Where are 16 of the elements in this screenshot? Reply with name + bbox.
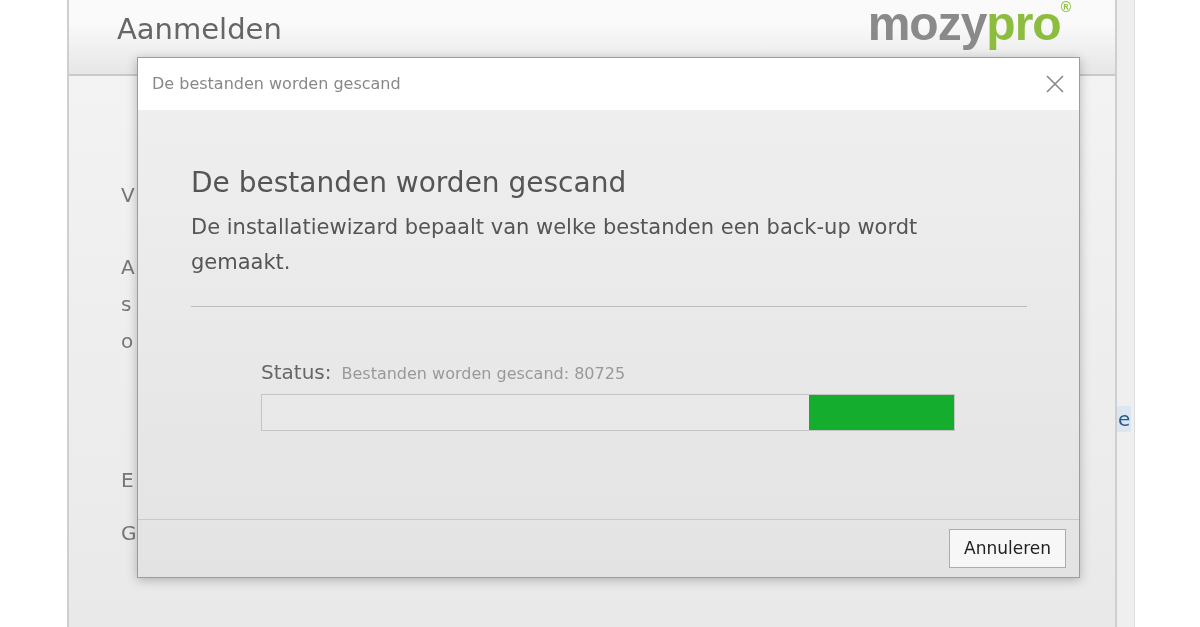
description-text: De installatiewizard bepaalt van welke bestanden een back-up wordt gemaakt. — [191, 213, 919, 276]
text-fragment: A — [121, 255, 135, 279]
text-fragment: o — [121, 329, 134, 353]
close-icon[interactable] — [1045, 74, 1065, 94]
cancel-button[interactable]: Annuleren — [949, 528, 1066, 569]
text-fragment: V — [121, 183, 135, 207]
dialog-title: De bestanden worden gescand — [152, 73, 401, 95]
status-label: Status: — [261, 358, 332, 386]
logo: mozypro® — [867, 0, 1070, 48]
text-fragment: E — [121, 468, 134, 492]
text-fragment: e — [1117, 406, 1132, 432]
dialog-heading: De bestanden worden gescand — [191, 166, 628, 200]
text-fragment: s — [121, 292, 132, 316]
status-text: Bestanden worden gescand: 80725 — [341, 362, 626, 385]
text-fragment: G — [121, 521, 137, 545]
window-title: Aanmelden — [117, 11, 282, 48]
